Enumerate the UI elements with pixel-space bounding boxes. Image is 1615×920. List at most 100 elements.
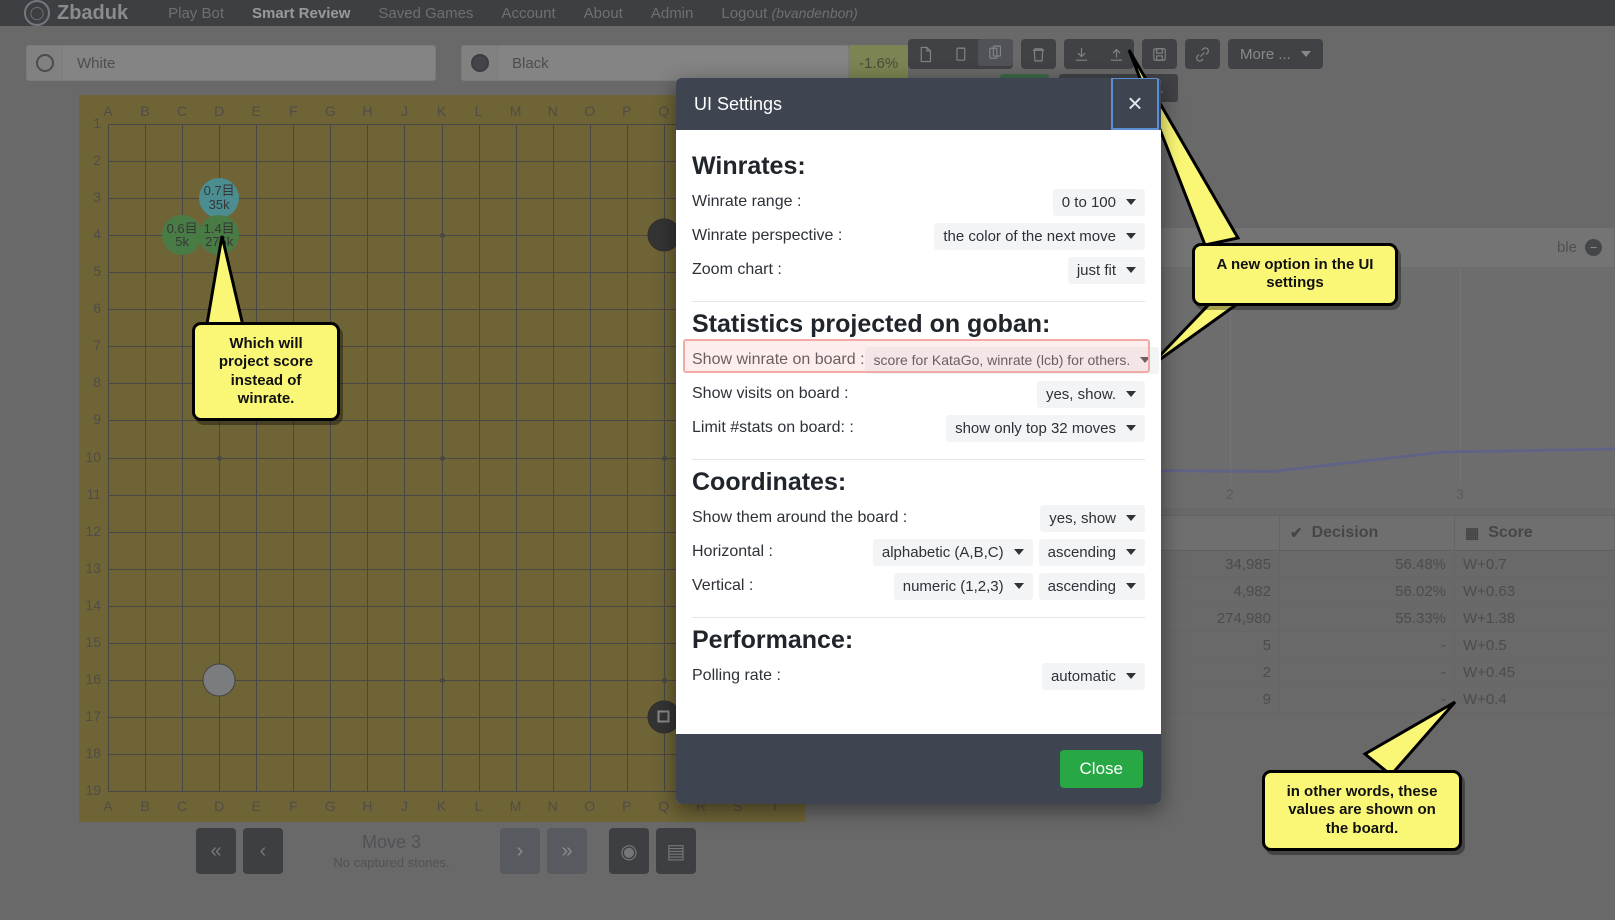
board-coord-label: 1: [79, 115, 101, 131]
setting-dropdown[interactable]: yes, show.: [1037, 381, 1145, 408]
brand-logo-title[interactable]: ◯ Zbaduk: [24, 0, 128, 26]
dropdown-value: 0 to 100: [1062, 194, 1116, 211]
chevron-down-icon: [1126, 233, 1136, 239]
settings-row: Horizontal :alphabetic (A,B,C)ascending: [692, 535, 1145, 569]
table-body: 34,98556.48%W+0.74,98256.02%W+0.63274,98…: [1100, 551, 1615, 713]
grid-line: [516, 124, 517, 791]
prev-move-button[interactable]: ‹: [243, 828, 283, 874]
suggestion-visits: 275k: [205, 235, 233, 249]
board-coord-label: B: [135, 798, 155, 814]
duplicate-icon[interactable]: [978, 39, 1013, 66]
eye-toggle-button[interactable]: ◉: [609, 828, 649, 874]
close-button[interactable]: Close: [1060, 750, 1143, 788]
white-stone-icon: [36, 54, 54, 72]
setting-dropdown[interactable]: just fit: [1068, 257, 1145, 284]
suggestion-score: 0.6目: [167, 222, 198, 236]
section-divider: [692, 301, 1145, 302]
setting-dropdown[interactable]: ascending: [1039, 539, 1145, 566]
first-move-button[interactable]: «: [196, 828, 236, 874]
new-file-icon[interactable]: [908, 39, 943, 69]
link-chain-icon[interactable]: [1185, 39, 1220, 69]
close-icon[interactable]: ×: [1111, 78, 1159, 130]
winrate-line: [1100, 449, 1615, 472]
grid-line: [108, 606, 775, 607]
captured-stones-label: No captured stones.: [283, 855, 500, 870]
next-move-button[interactable]: ›: [500, 828, 540, 874]
transfer-button-group: [1064, 39, 1134, 69]
table-cell-decision: -: [1280, 632, 1455, 658]
setting-dropdown[interactable]: ascending: [1039, 573, 1145, 600]
board-coord-label: 9: [79, 411, 101, 427]
nav-item-play-bot[interactable]: Play Bot: [154, 5, 238, 22]
dropdown-value: yes, show.: [1046, 386, 1116, 403]
setting-dropdown[interactable]: 0 to 100: [1053, 189, 1145, 216]
nav-item-saved-games[interactable]: Saved Games: [364, 5, 487, 22]
setting-dropdown[interactable]: show only top 32 moves: [946, 415, 1145, 442]
board-coord-label: G: [320, 798, 340, 814]
board-coord-label: 7: [79, 337, 101, 353]
board-coord-label: 13: [79, 560, 101, 576]
setting-dropdown[interactable]: the color of the next move: [934, 223, 1145, 250]
winrate-delta-badge: -1.6%: [849, 45, 908, 81]
suggestion-visits: 5k: [175, 235, 189, 249]
setting-label: Winrate range :: [692, 193, 801, 211]
upload-icon[interactable]: [1099, 39, 1134, 69]
nav-item-account[interactable]: Account: [487, 5, 569, 22]
grid-line: [553, 124, 554, 791]
copy-icon[interactable]: [943, 39, 978, 69]
table-column-header[interactable]: ▦Score: [1455, 516, 1615, 550]
grid-line: [627, 124, 628, 791]
last-move-button[interactable]: »: [547, 828, 587, 874]
black-player-box[interactable]: Black: [461, 45, 849, 81]
move-suggestion-marker[interactable]: 0.6目5k: [162, 215, 202, 255]
table-row[interactable]: 274,98055.33%W+1.38: [1100, 605, 1615, 632]
ui-settings-dialog[interactable]: UI Settings × Winrates:Winrate range :0 …: [676, 78, 1161, 804]
logged-in-user: (bvandenbon): [771, 5, 857, 21]
more-dropdown-button[interactable]: More ...: [1228, 39, 1323, 69]
board-coord-label: M: [506, 103, 526, 119]
table-row[interactable]: 4,98256.02%W+0.63: [1100, 578, 1615, 605]
nav-item-smart-review[interactable]: Smart Review: [238, 5, 364, 22]
dialog-body: Winrates:Winrate range :0 to 100Winrate …: [676, 130, 1161, 734]
nav-item-about[interactable]: About: [570, 5, 637, 22]
chevron-down-icon: [1126, 267, 1136, 273]
board-coord-label: L: [469, 798, 489, 814]
setting-dropdown[interactable]: alphabetic (A,B,C): [873, 539, 1033, 566]
more-label: More ...: [1240, 46, 1291, 63]
table-row[interactable]: 5-W+0.5: [1100, 632, 1615, 659]
trash-icon[interactable]: [1021, 39, 1056, 69]
setting-dropdown[interactable]: yes, show: [1040, 505, 1145, 532]
settings-section-heading: Performance:: [692, 626, 1145, 655]
white-player-box[interactable]: White: [26, 45, 436, 81]
table-row[interactable]: 2-W+0.45: [1100, 659, 1615, 686]
nav-item-admin[interactable]: Admin: [637, 5, 708, 22]
hoshi-point: [440, 678, 445, 683]
table-row[interactable]: 9-W+0.4: [1100, 686, 1615, 713]
white-stone[interactable]: [203, 663, 236, 696]
board-coord-label: K: [432, 103, 452, 119]
save-icon[interactable]: [1142, 39, 1177, 69]
table-cell-score: W+0.45: [1455, 659, 1615, 685]
settings-row: Polling rate : automatic: [692, 659, 1145, 693]
board-grid[interactable]: 0.7目35k0.6目5k1.4目275k: [108, 124, 775, 791]
download-icon[interactable]: [1064, 39, 1099, 69]
chevron-down-icon: [1126, 391, 1136, 397]
setting-dropdown[interactable]: automatic: [1042, 663, 1145, 690]
move-suggestion-marker[interactable]: 1.4目275k: [199, 215, 239, 255]
table-row[interactable]: 34,98556.48%W+0.7: [1100, 551, 1615, 578]
hoshi-point: [440, 233, 445, 238]
move-suggestion-marker[interactable]: 0.7目35k: [199, 178, 239, 218]
table-column-header[interactable]: ✔Decision: [1280, 516, 1455, 550]
map-view-button[interactable]: ▤: [656, 828, 696, 874]
setting-label: Polling rate :: [692, 667, 781, 685]
suggestion-visits: 35k: [209, 198, 230, 212]
setting-dropdown[interactable]: score for KataGo, winrate (lcb) for othe…: [865, 347, 1160, 374]
setting-label: Show visits on board :: [692, 385, 849, 403]
setting-dropdown[interactable]: numeric (1,2,3): [894, 573, 1033, 600]
player-bars: White Black -1.6%: [0, 44, 1615, 82]
board-coord-label: 8: [79, 374, 101, 390]
minus-circle-icon[interactable]: −: [1585, 239, 1602, 256]
nav-item-logout[interactable]: Logout (bvandenbon): [707, 5, 871, 22]
dropdown-value: ascending: [1048, 544, 1116, 561]
callout-values-on-board: in other words, these values are shown o…: [1262, 770, 1462, 851]
